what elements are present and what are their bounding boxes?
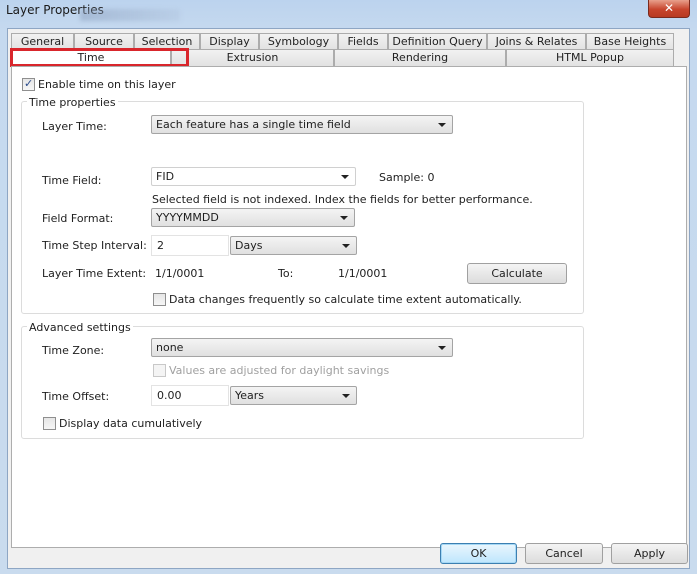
time-tab-highlight <box>10 48 189 67</box>
extent-from-value: 1/1/0001 <box>155 267 205 280</box>
extent-to-value: 1/1/0001 <box>338 267 388 280</box>
tab-display[interactable]: Display <box>200 33 259 50</box>
enable-time-checkbox[interactable] <box>22 77 35 91</box>
ok-button[interactable]: OK <box>440 543 517 564</box>
tab-html-popup[interactable]: HTML Popup <box>506 49 674 66</box>
tab-symbology[interactable]: Symbology <box>259 33 338 50</box>
field-format-dropdown[interactable]: YYYYMMDD <box>151 208 355 227</box>
time-step-unit-dropdown[interactable]: Days <box>230 236 357 255</box>
cumulative-checkbox[interactable] <box>43 417 56 430</box>
daylight-savings-checkbox[interactable] <box>153 364 166 377</box>
time-zone-value: none <box>156 341 184 354</box>
time-offset-unit-dropdown[interactable]: Years <box>230 386 357 405</box>
advanced-settings-title: Advanced settings <box>27 321 133 334</box>
dialog-client: General Source Selection Display Symbolo… <box>7 28 690 569</box>
tab-definition-query[interactable]: Definition Query <box>388 33 487 50</box>
chevron-down-icon <box>340 216 348 220</box>
tab-joins-relates[interactable]: Joins & Relates <box>487 33 586 50</box>
sample-label: Sample: 0 <box>379 171 435 184</box>
time-field-value: FID <box>156 170 175 183</box>
time-zone-dropdown[interactable]: none <box>151 338 453 357</box>
time-offset-unit-value: Years <box>235 389 265 402</box>
time-properties-title: Time properties <box>27 96 118 109</box>
time-offset-label: Time Offset: <box>42 390 110 403</box>
chevron-down-icon <box>342 394 350 398</box>
extent-to-label: To: <box>278 267 294 280</box>
title-blur <box>80 9 180 21</box>
layer-time-value: Each feature has a single time field <box>156 118 351 131</box>
close-button[interactable]: ✕ <box>648 0 690 18</box>
chevron-down-icon <box>341 175 349 179</box>
calculate-button[interactable]: Calculate <box>467 263 567 284</box>
layer-time-label: Layer Time: <box>42 120 107 133</box>
time-step-label: Time Step Interval: <box>42 239 147 252</box>
time-step-input[interactable]: 2 <box>151 235 229 256</box>
close-icon: ✕ <box>663 1 675 15</box>
field-format-value: YYYYMMDD <box>156 211 219 224</box>
auto-calculate-checkbox[interactable] <box>153 293 166 306</box>
tab-rendering[interactable]: Rendering <box>334 49 506 66</box>
tab-fields[interactable]: Fields <box>338 33 388 50</box>
tab-extrusion[interactable]: Extrusion <box>171 49 334 66</box>
time-field-label: Time Field: <box>42 174 102 187</box>
time-tab-panel: Enable time on this layer Time propertie… <box>11 66 687 548</box>
layer-properties-window: Layer Properties ✕ General Source Select… <box>0 0 697 574</box>
time-zone-label: Time Zone: <box>42 344 105 357</box>
chevron-down-icon <box>438 123 446 127</box>
layer-time-extent-label: Layer Time Extent: <box>42 267 147 280</box>
time-field-dropdown[interactable]: FID <box>151 167 356 186</box>
daylight-savings-label: Values are adjusted for daylight savings <box>169 364 390 377</box>
layer-time-dropdown[interactable]: Each feature has a single time field <box>151 115 453 134</box>
tab-base-heights[interactable]: Base Heights <box>586 33 674 50</box>
apply-button[interactable]: Apply <box>611 543 688 564</box>
field-format-label: Field Format: <box>42 212 114 225</box>
time-step-unit-value: Days <box>235 239 263 252</box>
cancel-button[interactable]: Cancel <box>525 543 603 564</box>
auto-calculate-label: Data changes frequently so calculate tim… <box>169 293 522 306</box>
chevron-down-icon <box>342 244 350 248</box>
index-hint: Selected field is not indexed. Index the… <box>152 193 533 206</box>
time-offset-input[interactable]: 0.00 <box>151 385 229 406</box>
cumulative-label: Display data cumulatively <box>59 417 203 430</box>
chevron-down-icon <box>438 346 446 350</box>
enable-time-label: Enable time on this layer <box>38 78 176 91</box>
